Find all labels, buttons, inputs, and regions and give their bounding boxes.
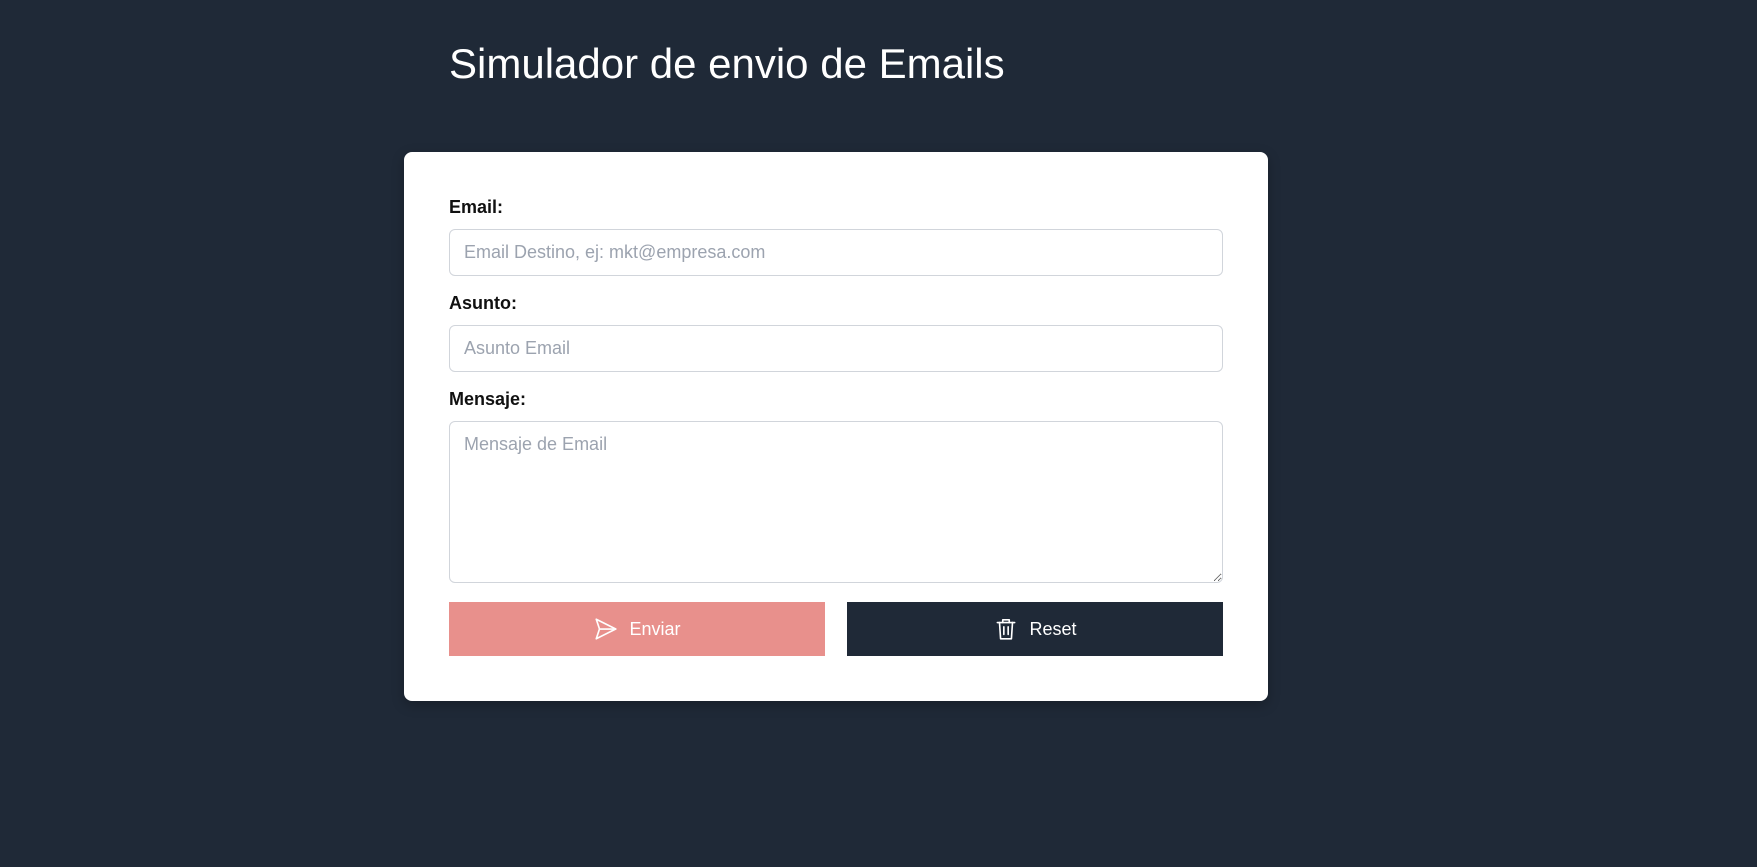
page-title: Simulador de envio de Emails — [449, 40, 1005, 87]
email-field-group: Email: — [449, 196, 1223, 276]
subject-field-group: Asunto: — [449, 292, 1223, 372]
subject-input[interactable] — [449, 325, 1223, 372]
message-field-group: Mensaje: — [449, 388, 1223, 583]
reset-button[interactable]: Reset — [847, 602, 1223, 656]
page: Simulador de envio de Emails Email: Asun… — [0, 0, 1757, 867]
subject-label: Asunto: — [449, 293, 517, 313]
send-button[interactable]: Enviar — [449, 602, 825, 656]
email-input[interactable] — [449, 229, 1223, 276]
message-label: Mensaje: — [449, 389, 527, 409]
email-label: Email: — [449, 197, 504, 217]
paper-plane-icon — [593, 616, 619, 642]
email-form-card: Email: Asunto: Mensaje: Enviar — [404, 152, 1268, 701]
trash-icon — [993, 616, 1019, 642]
message-textarea[interactable] — [449, 421, 1223, 583]
send-button-label: Enviar — [629, 618, 681, 639]
reset-button-label: Reset — [1029, 618, 1077, 639]
